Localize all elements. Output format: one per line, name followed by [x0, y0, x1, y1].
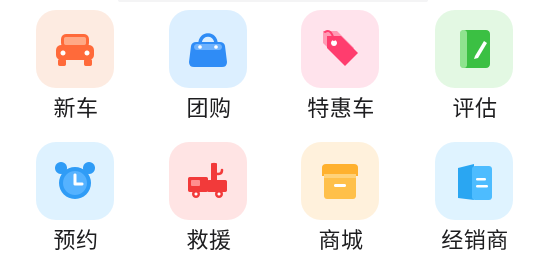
- menu-item-label: 救援: [186, 229, 232, 254]
- menu-item-label: 商城: [318, 229, 364, 254]
- dealer-badge: [435, 142, 513, 220]
- store-icon: [322, 164, 358, 199]
- menu-item-rescue[interactable]: 救援: [154, 142, 264, 262]
- mall-badge: [301, 142, 379, 220]
- special-offer-badge: [301, 10, 379, 88]
- menu-item-new-car[interactable]: 新车: [21, 10, 131, 130]
- menu-item-mall[interactable]: 商城: [286, 142, 396, 262]
- rescue-badge: [169, 142, 247, 220]
- evaluation-badge: [435, 10, 513, 88]
- shopping-bag-icon: [189, 33, 227, 67]
- menu-item-label: 特惠车: [307, 97, 375, 122]
- car-icon: [56, 34, 94, 66]
- menu-item-label: 经销商: [441, 229, 509, 254]
- menu-item-label: 团购: [186, 97, 232, 122]
- new-car-badge: [36, 10, 114, 88]
- quick-menu-page: 新车 团购 特惠车 评估 预约 救援 商城 经销商: [0, 0, 545, 274]
- edit-document-icon: [460, 30, 490, 68]
- alarm-clock-icon: [55, 162, 95, 199]
- menu-item-dealer[interactable]: 经销商: [420, 142, 530, 262]
- dealer-icon: [458, 164, 492, 200]
- menu-item-label: 评估: [452, 97, 498, 122]
- group-buy-badge: [169, 10, 247, 88]
- menu-item-special-offer[interactable]: 特惠车: [286, 10, 396, 130]
- quick-menu-grid: 新车 团购 特惠车 评估 预约 救援 商城 经销商: [0, 0, 545, 274]
- menu-item-evaluation[interactable]: 评估: [420, 10, 530, 130]
- appointment-badge: [36, 142, 114, 220]
- tow-truck-icon: [188, 162, 227, 198]
- price-tag-icon: [323, 30, 358, 66]
- menu-item-group-buy[interactable]: 团购: [154, 10, 264, 130]
- menu-item-appointment[interactable]: 预约: [21, 142, 131, 262]
- menu-item-label: 新车: [53, 97, 99, 122]
- menu-item-label: 预约: [53, 229, 99, 254]
